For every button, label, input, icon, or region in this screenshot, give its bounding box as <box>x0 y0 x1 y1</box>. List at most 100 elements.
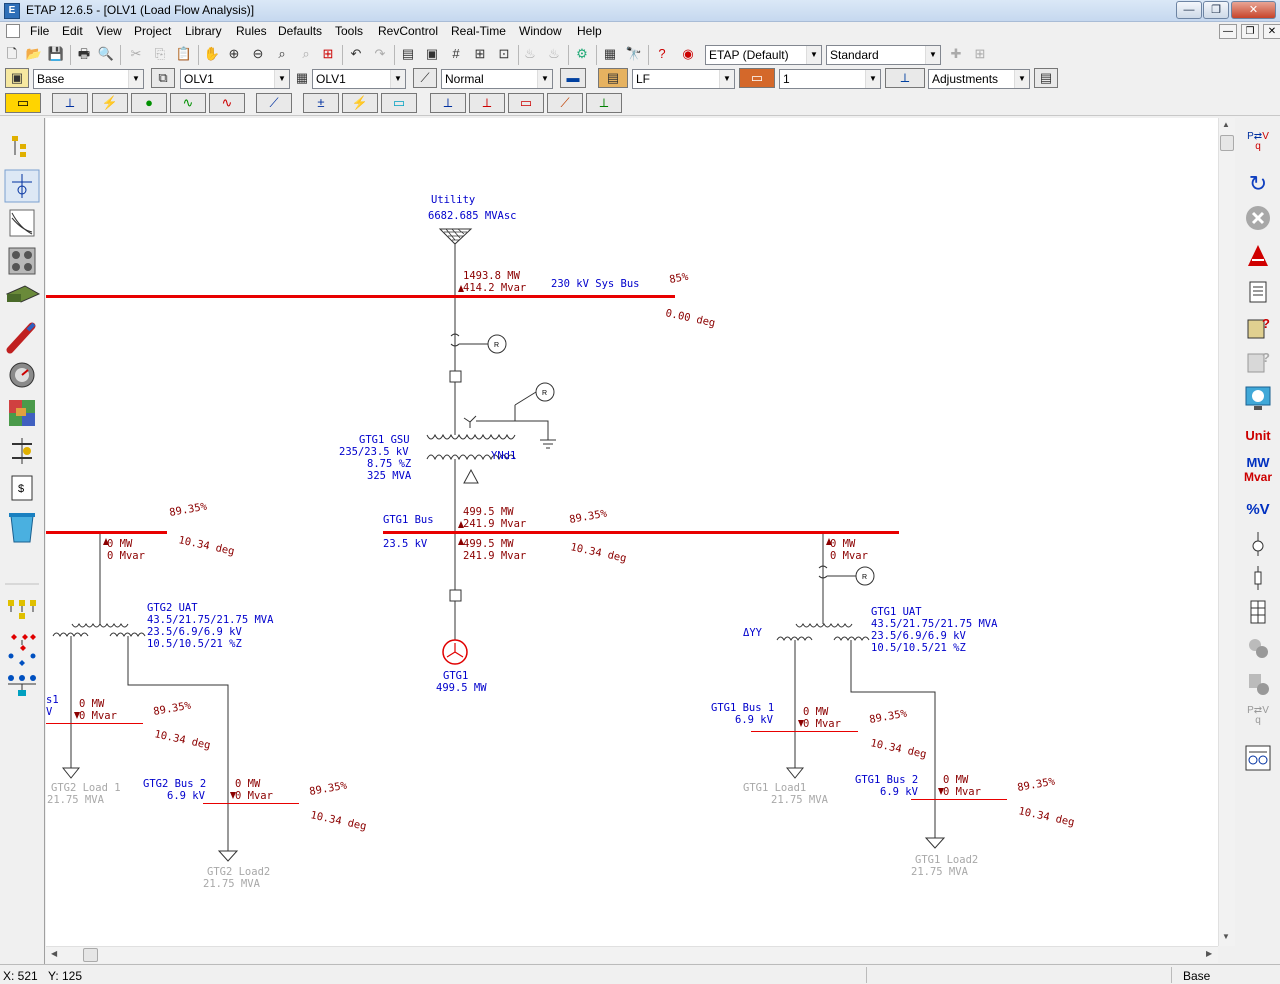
adjustments-combo[interactable]: Adjustments ▼ <box>928 69 1030 89</box>
open-folder-icon[interactable]: 📂 <box>24 44 44 64</box>
menu-defaults[interactable]: Defaults <box>278 24 322 38</box>
zoom-previous-icon[interactable]: ⌕ <box>296 44 316 64</box>
scroll-up-icon[interactable]: ▲ <box>1222 120 1230 129</box>
report-settings-icon[interactable]: ? <box>1244 348 1272 376</box>
utility-source[interactable] <box>438 228 473 245</box>
presentation-icon[interactable]: ▣ <box>5 68 29 88</box>
gtg1-load1[interactable] <box>785 767 805 779</box>
gtg2-uat-transformer[interactable] <box>52 623 146 637</box>
close-button[interactable]: ✕ <box>1231 1 1276 19</box>
update-cable-icon[interactable]: ↻ <box>1244 170 1272 198</box>
battery-icon[interactable]: ▭ <box>381 93 417 113</box>
menu-edit[interactable]: Edit <box>62 24 83 38</box>
gtg1-bus1[interactable] <box>751 731 858 732</box>
print-icon[interactable]: 🖶 <box>74 44 94 64</box>
config-combo[interactable]: ETAP (Default) ▼ <box>705 45 822 65</box>
report-manager-icon[interactable]: ▤ <box>1034 68 1058 88</box>
text-box-icon[interactable]: ▤ <box>398 44 418 64</box>
report-icon[interactable] <box>1244 278 1272 306</box>
menu-window[interactable]: Window <box>519 24 562 38</box>
mode-combo[interactable]: Normal ▼ <box>441 69 553 89</box>
mw-mvar-toggle[interactable]: MW Mvar <box>1244 456 1272 485</box>
menu-real-time[interactable]: Real-Time <box>451 24 506 38</box>
compare-icon[interactable] <box>1244 634 1272 662</box>
menu-project[interactable]: Project <box>134 24 171 38</box>
zoom-area-icon[interactable]: ⌕ <box>272 44 292 64</box>
circuit-breaker[interactable] <box>449 589 462 602</box>
continuity-icon[interactable]: ⊞ <box>470 44 490 64</box>
sys-bus[interactable] <box>46 295 675 298</box>
reliability-icon[interactable]: ⟂ <box>430 93 466 113</box>
gtg2-bus2[interactable] <box>203 803 299 804</box>
alert-icon[interactable] <box>1244 242 1272 270</box>
calculator-icon[interactable]: ▦ <box>600 44 620 64</box>
branch-flow-icon[interactable] <box>1244 564 1272 592</box>
dc-load-flow-icon[interactable]: ± <box>303 93 339 113</box>
report-help-icon[interactable]: ? <box>1244 314 1272 342</box>
network-group-icon[interactable] <box>8 675 36 696</box>
gtg2-load2[interactable] <box>217 850 239 862</box>
scroll-right-icon[interactable]: ▶ <box>1206 949 1212 958</box>
save-icon[interactable]: 💾 <box>46 44 66 64</box>
unit-toggle[interactable]: Unit <box>1244 422 1272 450</box>
pan-icon[interactable]: ✋ <box>202 44 222 64</box>
loading-icon[interactable]: ▬ <box>560 68 586 88</box>
scroll-down-icon[interactable]: ▼ <box>1222 932 1230 941</box>
display-options-icon[interactable] <box>1244 384 1272 412</box>
percent-v-toggle[interactable]: %V <box>1244 496 1272 524</box>
theme-icon[interactable]: ◉ <box>678 44 698 64</box>
cable-pulling-icon[interactable]: ⟋ <box>547 93 583 113</box>
red-diamond-group-icon[interactable] <box>8 634 37 666</box>
get-template-icon[interactable]: ⊡ <box>494 44 514 64</box>
underground-raceway-icon[interactable] <box>8 247 36 275</box>
dc-system-icon[interactable]: $ <box>11 475 33 501</box>
maximize-button[interactable]: ❐ <box>1203 1 1229 19</box>
grid-view-icon[interactable]: ⊞ <box>970 44 990 64</box>
load-flow-mode-icon[interactable]: ⟂ <box>52 93 88 113</box>
presentation-combo[interactable]: Base ▼ <box>33 69 144 89</box>
one-line-diagram-canvas[interactable]: Utility 6682.685 MVAsc 1493.8 MW 414.2 M… <box>46 118 1218 946</box>
revision-icon[interactable]: ▦ <box>292 68 312 88</box>
panel-icon[interactable] <box>1244 598 1272 626</box>
geospatial-icon[interactable] <box>9 400 35 426</box>
symbol-icon[interactable]: ▣ <box>422 44 442 64</box>
short-circuit-icon[interactable]: ⚡ <box>92 93 128 113</box>
vertical-scroll-thumb[interactable] <box>1220 135 1234 151</box>
find-icon[interactable]: 🔭 <box>624 44 644 64</box>
gtg1-generator[interactable] <box>442 639 468 665</box>
horizontal-scrollbar[interactable]: ◀ ▶ <box>46 946 1218 963</box>
gtg1-uat-transformer[interactable] <box>776 623 870 641</box>
pv-disabled-icon[interactable]: P⇄V q <box>1244 706 1272 734</box>
system-dumpster-icon[interactable] <box>8 600 36 619</box>
study-case-icon[interactable]: ▤ <box>598 68 628 88</box>
gtg1-load2[interactable] <box>924 837 946 849</box>
menu-tools[interactable]: Tools <box>335 24 363 38</box>
grid-icon[interactable]: # <box>446 44 466 64</box>
print-preview-icon[interactable]: 🔍 <box>96 44 116 64</box>
project-tree-icon[interactable] <box>9 134 35 160</box>
olv-combo[interactable]: OLV1 ▼ <box>180 69 290 89</box>
contingency-icon[interactable]: ⟂ <box>586 93 622 113</box>
minimize-button[interactable]: — <box>1176 1 1202 19</box>
control-system-icon[interactable] <box>9 438 35 464</box>
ground-grid-icon[interactable] <box>5 285 41 303</box>
optimal-power-flow-icon[interactable]: ⟂ <box>469 93 505 113</box>
mdi-close-button[interactable]: ✕ <box>1263 24 1280 39</box>
gtg1-bus2[interactable] <box>911 799 1007 800</box>
transient-stability-icon[interactable]: ∿ <box>209 93 245 113</box>
copy-icon[interactable]: ⎘ <box>150 44 170 64</box>
menu-library[interactable]: Library <box>185 24 222 38</box>
switching-icon[interactable]: ⟋ <box>413 68 437 88</box>
mdi-minimize-button[interactable]: — <box>1219 24 1237 39</box>
standard-combo[interactable]: Standard ▼ <box>826 45 941 65</box>
load-flow-run-icon[interactable]: P⇄V q <box>1244 132 1272 160</box>
output-report-icon[interactable]: ▭ <box>739 68 775 88</box>
gtg2-load1[interactable] <box>61 767 81 779</box>
mdi-restore-button[interactable]: ❐ <box>1241 24 1259 39</box>
edit-mode-icon[interactable]: ▭ <box>5 93 41 113</box>
cable-pulling-icon[interactable] <box>6 322 36 354</box>
recycle-bin-icon[interactable] <box>9 513 35 543</box>
menu-file[interactable]: File <box>30 24 49 38</box>
multi-report-icon[interactable] <box>1244 744 1272 772</box>
menu-help[interactable]: Help <box>577 24 602 38</box>
